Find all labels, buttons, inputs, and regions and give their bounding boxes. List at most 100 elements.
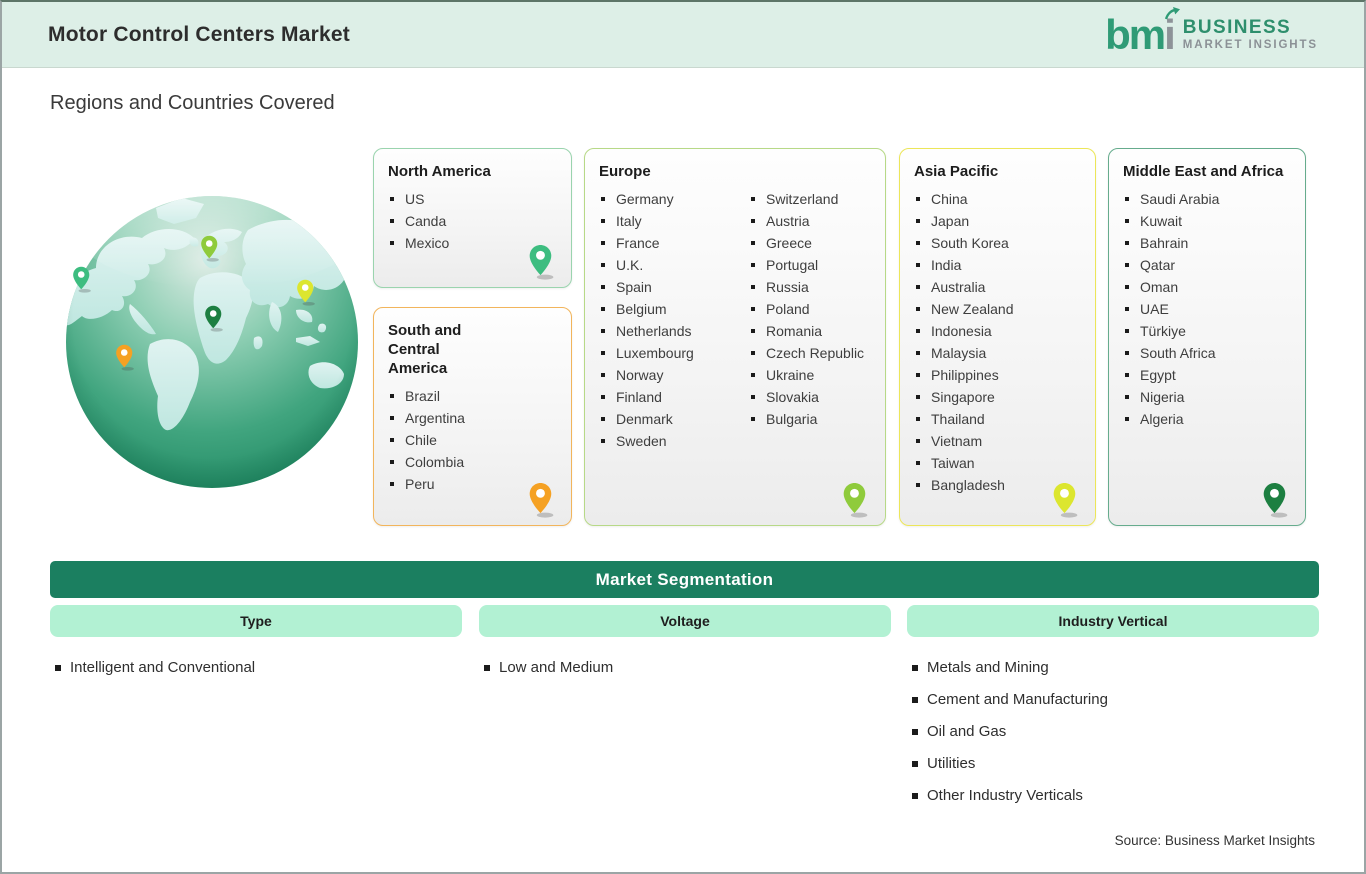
country-item: Saudi Arabia [1123,188,1219,210]
country-list: Germany Italy France U.K. Spain Belgium Nether… [599,188,749,452]
country-item: Luxembourg [599,342,749,364]
page-title: Motor Control Centers Market [48,22,350,46]
segment-header: Voltage [479,605,891,637]
country-item: Slovakia [749,386,864,408]
country-item: Peru [388,473,465,495]
region-card-europe: Europe Germany Italy France U.K. Spain Belgiu… [584,148,886,526]
growth-arrow-icon [1164,6,1180,20]
country-item: South Korea [914,232,1014,254]
country-columns: China Japan South Korea India Australia New Z… [914,188,1083,496]
country-item: Kuwait [1123,210,1219,232]
country-item: Romania [749,320,864,342]
segment-column-industry-vertical: Industry Vertical Metals and Mining Cemen… [907,605,1319,819]
country-item: Ukraine [749,364,864,386]
square-bullet-icon [912,760,918,767]
country-item: Italy [599,210,749,232]
country-item: Norway [599,364,749,386]
country-item: U.K. [599,254,749,276]
country-item: Nigeria [1123,386,1219,408]
country-columns: Germany Italy France U.K. Spain Belgium Nether… [599,188,873,452]
globe-pin-middle-east [204,305,224,337]
logo-line2: MARKET INSIGHTS [1182,38,1318,51]
country-item: Singapore [914,386,1014,408]
country-item: Thailand [914,408,1014,430]
country-item: Sweden [599,430,749,452]
country-item: Poland [749,298,864,320]
square-bullet-icon [55,664,61,671]
country-item: New Zealand [914,298,1014,320]
country-item: Czech Republic [749,342,864,364]
header-bar: Motor Control Centers Market bmi BUSINES… [2,2,1364,68]
map-pin-icon [1052,482,1079,518]
country-item: Russia [749,276,864,298]
country-columns: Brazil Argentina Chile Colombia Peru [388,385,559,495]
country-item: Netherlands [599,320,749,342]
segment-item-label: Other Industry Verticals [927,787,1083,804]
section-title: Regions and Countries Covered [50,92,335,114]
logo-mark-bm: bm [1105,10,1166,58]
country-item: Vietnam [914,430,1014,452]
segment-item: Oil and Gas [912,723,1319,740]
segment-item-label: Low and Medium [499,659,614,676]
country-item: Greece [749,232,864,254]
country-item: Colombia [388,451,465,473]
country-item: Austria [749,210,864,232]
map-pin-icon [528,244,555,280]
country-item: Argentina [388,407,465,429]
segment-item-label: Oil and Gas [927,723,1007,740]
segment-item: Utilities [912,755,1319,772]
square-bullet-icon [912,792,918,799]
segment-item: Metals and Mining [912,659,1319,676]
region-card-asia-pacific: Asia Pacific China Japan South Korea India A… [899,148,1096,526]
region-title: Middle East and Africa [1123,163,1284,180]
country-item: South Africa [1123,342,1219,364]
country-item: UAE [1123,298,1219,320]
segment-items: Low and Medium [479,659,891,676]
country-list: China Japan South Korea India Australia New Z… [914,188,1014,496]
country-item: Malaysia [914,342,1014,364]
globe-pin-north-america [72,266,92,298]
segment-column-type: Type Intelligent and Conventional [50,605,462,691]
segment-item: Low and Medium [484,659,891,676]
map-pin-icon [1262,482,1289,518]
region-card-middle-east-africa: Middle East and Africa Saudi Arabia Kuwai… [1108,148,1306,526]
segment-item-label: Intelligent and Conventional [70,659,256,676]
segment-item: Cement and Manufacturing [912,691,1319,708]
country-item: Belgium [599,298,749,320]
logo-wordmark: BUSINESS MARKET INSIGHTS [1183,18,1318,52]
segment-item: Other Industry Verticals [912,787,1319,804]
map-pin-icon [842,482,869,518]
country-item: France [599,232,749,254]
country-list: Saudi Arabia Kuwait Bahrain Qatar Oman UAE Tür… [1123,188,1219,430]
square-bullet-icon [912,728,918,735]
country-item: Taiwan [914,452,1014,474]
square-bullet-icon [912,664,918,671]
country-item: Bulgaria [749,408,864,430]
segment-items: Intelligent and Conventional [50,659,462,676]
globe-pin-south-america [115,344,135,376]
country-item: US [388,188,449,210]
bmi-logo: bmi BUSINESS MARKET INSIGHTS [1105,6,1318,55]
square-bullet-icon [912,696,918,703]
country-item: Bangladesh [914,474,1014,496]
country-item: Türkiye [1123,320,1219,342]
logo-line1: BUSINESS [1182,16,1292,38]
region-title: Europe [599,163,651,180]
country-item: India [914,254,1014,276]
country-list: US Canda Mexico [388,188,449,254]
segment-item-label: Metals and Mining [927,659,1049,676]
country-item: Egypt [1123,364,1219,386]
country-item: Finland [599,386,749,408]
country-item: Brazil [388,385,465,407]
country-item: Chile [388,429,465,451]
country-item: Bahrain [1123,232,1219,254]
country-list: Switzerland Austria Greece Portugal Russia Po… [749,188,864,452]
country-item: Spain [599,276,749,298]
country-columns: Saudi Arabia Kuwait Bahrain Qatar Oman UAE Tür… [1123,188,1293,430]
segment-item-label: Utilities [927,755,976,772]
country-item: Oman [1123,276,1219,298]
region-title: Asia Pacific [914,163,999,180]
square-bullet-icon [484,664,490,671]
market-segmentation-banner: Market Segmentation [50,561,1319,598]
region-title: North America [388,163,491,180]
